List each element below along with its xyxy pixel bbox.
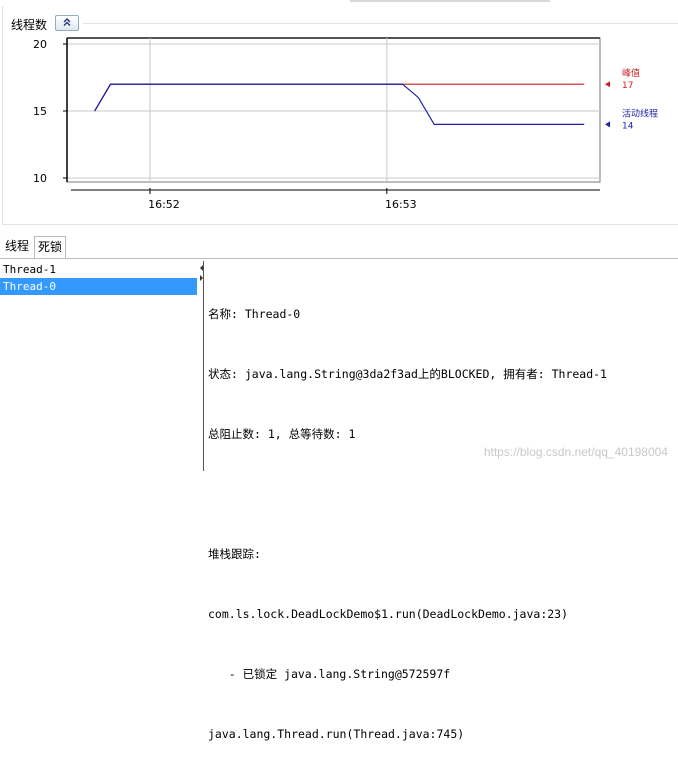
detail-block-counts: 总阻止数: 1, 总等待数: 1 xyxy=(208,427,356,441)
stack-lock-info: - 已锁定 java.lang.String@572597f xyxy=(208,667,451,681)
tab-bar-border xyxy=(0,258,678,259)
tab-deadlock[interactable]: 死锁 xyxy=(34,236,67,258)
stack-frame: java.lang.Thread.run(Thread.java:745) xyxy=(208,727,465,741)
tab-bar: 线程 死锁 xyxy=(0,236,678,258)
x-tick-label: 16:52 xyxy=(148,198,180,211)
thread-count-chart: 10 15 20 16:52 16:53 峰值 17 活动线程 14 xyxy=(33,37,658,211)
legend-value: 17 xyxy=(622,81,633,91)
list-item-thread-0[interactable]: Thread-0 xyxy=(0,278,197,295)
legend-value: 14 xyxy=(622,121,634,131)
legend-marker-0 xyxy=(605,81,610,88)
detail-name: 名称: Thread-0 xyxy=(208,307,301,321)
list-item-thread-1[interactable]: Thread-1 xyxy=(0,261,197,278)
detail-stack-heading: 堆栈跟踪: xyxy=(208,547,261,561)
stack-frame: com.ls.lock.DeadLockDemo$1.run(DeadLockD… xyxy=(208,607,569,621)
y-tick-label: 15 xyxy=(33,105,47,118)
y-tick-label: 20 xyxy=(33,38,47,51)
watermark: https://blog.csdn.net/qq_40198004 xyxy=(483,445,668,459)
x-tick-label: 16:53 xyxy=(385,198,417,211)
tab-threads[interactable]: 线程 xyxy=(2,236,32,257)
plot-area xyxy=(66,37,601,183)
legend-marker-1 xyxy=(605,121,610,128)
detail-blank-line xyxy=(208,484,676,504)
divider-line xyxy=(203,261,204,471)
legend-label: 活动线程 xyxy=(622,107,658,119)
deadlock-thread-list: Thread-1 Thread-0 xyxy=(0,261,200,471)
thread-detail-panel: 名称: Thread-0 状态: java.lang.String@3da2f3… xyxy=(208,264,676,764)
y-tick-label: 10 xyxy=(33,172,47,185)
legend-label: 峰值 xyxy=(622,67,640,79)
detail-state: 状态: java.lang.String@3da2f3ad上的BLOCKED, … xyxy=(208,367,607,381)
split-pane-divider[interactable] xyxy=(200,261,204,471)
